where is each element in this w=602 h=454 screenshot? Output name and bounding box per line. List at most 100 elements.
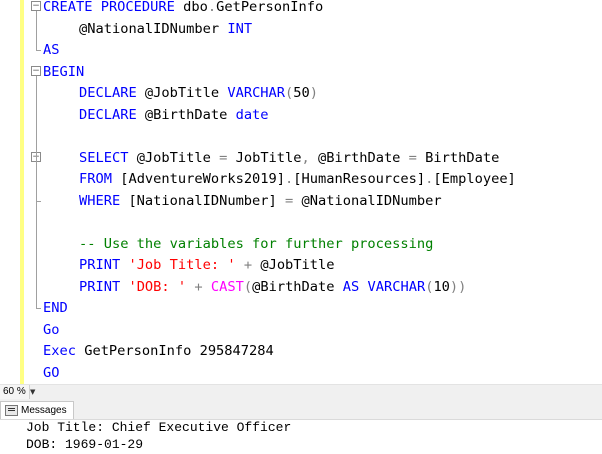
code-token: @NationalIDNumber <box>79 20 228 37</box>
code-token: AS <box>43 42 60 58</box>
results-tabbar: Messages <box>0 401 602 420</box>
chevron-down-icon[interactable]: ▼ <box>30 385 35 399</box>
code-line[interactable]: DECLARE @JobTitle VARCHAR(50) <box>0 82 602 104</box>
code-line[interactable]: END <box>0 297 602 319</box>
code-token: @NationalIDNumber <box>293 192 442 209</box>
code-line[interactable]: @NationalIDNumber INT <box>0 18 602 40</box>
code-line[interactable]: FROM [AdventureWorks2019].[HumanResource… <box>0 168 602 190</box>
code-token: GetPersonInfo 295847284 <box>75 343 274 359</box>
code-line[interactable]: GO <box>0 362 602 384</box>
code-text: PRINT 'Job Title: ' + @JobTitle <box>79 254 335 276</box>
messages-pane: Job Title: Chief Executive Officer DOB: … <box>0 420 602 454</box>
code-token: INT <box>227 20 253 37</box>
code-text: FROM [AdventureWorks2019].[HumanResource… <box>79 168 516 190</box>
code-token: END <box>43 300 68 316</box>
code-text: BEGIN <box>43 61 84 83</box>
code-token: )) <box>449 278 467 295</box>
code-token: 'Job Title: ' <box>128 257 236 273</box>
code-token: , <box>301 149 310 166</box>
code-token: GO <box>43 364 60 381</box>
code-line[interactable]: PRINT 'Job Title: ' + @JobTitle <box>0 254 602 276</box>
code-token: JobTitle <box>227 149 302 166</box>
code-token: 10 <box>433 278 450 295</box>
code-line[interactable]: −SELECT @JobTitle = JobTitle, @BirthDate… <box>0 147 602 169</box>
collapse-region-icon[interactable]: − <box>31 65 41 76</box>
code-token: BirthDate <box>416 149 500 166</box>
code-line[interactable]: PRINT 'DOB: ' + CAST(@BirthDate AS VARCH… <box>0 276 602 298</box>
code-text: DECLARE @BirthDate date <box>79 104 269 126</box>
outline-guide <box>36 11 37 50</box>
code-token: @BirthDate <box>136 106 236 123</box>
outline-guide-end <box>36 308 41 309</box>
code-token: AS <box>342 278 360 295</box>
code-text: Go <box>43 319 59 341</box>
code-token: SELECT <box>79 149 129 166</box>
code-token: PRINT <box>79 278 121 295</box>
code-token: [Employee] <box>433 171 516 187</box>
code-token: @BirthDate <box>309 149 409 166</box>
code-token: 50 <box>293 85 310 101</box>
code-text: PRINT 'DOB: ' + CAST(@BirthDate AS VARCH… <box>79 276 466 298</box>
code-token: + <box>243 257 253 273</box>
code-token: Go <box>43 321 60 338</box>
code-token: ( <box>243 278 253 295</box>
collapse-region-icon[interactable]: − <box>31 1 41 11</box>
code-token: dbo <box>174 0 208 15</box>
code-token: DECLARE <box>79 106 137 123</box>
code-text: Exec GetPersonInfo 295847284 <box>43 340 274 362</box>
code-text: @NationalIDNumber INT <box>79 18 252 40</box>
outline-guide-end <box>36 200 41 202</box>
sql-editor[interactable]: − CREATE PROCEDURE dbo.GetPersonInfo @Nati… <box>0 0 602 384</box>
code-text: AS <box>43 39 59 61</box>
code-token: WHERE <box>79 192 121 209</box>
code-token: DECLARE <box>79 85 137 101</box>
code-token: . <box>207 0 217 15</box>
horizontal-scrollbar[interactable] <box>0 384 602 401</box>
code-text: CREATE PROCEDURE dbo.GetPersonInfo <box>43 0 323 18</box>
zoom-level-dropdown[interactable]: 60 % <box>0 385 30 399</box>
code-token: PRINT <box>79 257 121 273</box>
code-token: [HumanResources] <box>293 171 426 187</box>
code-token: @JobTitle <box>136 85 228 101</box>
code-text: WHERE [NationalIDNumber] = @NationalIDNu… <box>79 190 442 212</box>
code-token: [NationalIDNumber] <box>120 192 286 209</box>
code-token: = <box>408 149 417 166</box>
tab-messages[interactable]: Messages <box>0 401 74 419</box>
outline-guide-end <box>36 50 41 51</box>
code-token: VARCHAR <box>227 85 286 101</box>
code-line[interactable] <box>0 211 602 233</box>
code-text: SELECT @JobTitle = JobTitle, @BirthDate … <box>79 147 499 169</box>
code-line[interactable]: − CREATE PROCEDURE dbo.GetPersonInfo <box>0 0 602 18</box>
messages-icon <box>5 405 18 416</box>
code-token: + <box>194 278 203 295</box>
code-token: -- Use the variables for further process… <box>79 235 434 252</box>
code-line[interactable]: -- Use the variables for further process… <box>0 233 602 255</box>
code-token: date <box>235 106 269 123</box>
code-text: -- Use the variables for further process… <box>79 233 433 255</box>
outline-guide <box>36 161 37 201</box>
message-line: Job Title: Chief Executive Officer <box>26 420 292 435</box>
code-token: Exec <box>43 343 76 359</box>
code-line[interactable]: AS <box>0 39 602 61</box>
code-line[interactable]: Exec GetPersonInfo 295847284 <box>0 340 602 362</box>
code-line[interactable] <box>0 125 602 147</box>
code-token: 'DOB: ' <box>128 278 187 295</box>
code-line[interactable]: − BEGIN <box>0 61 602 83</box>
code-token: @BirthDate <box>252 278 343 295</box>
code-token: @JobTitle <box>252 257 335 273</box>
code-line[interactable]: Go <box>0 319 602 341</box>
code-token: PROCEDURE <box>100 0 175 15</box>
code-token: GetPersonInfo <box>216 0 324 15</box>
code-text: END <box>43 297 68 319</box>
code-line[interactable]: WHERE [NationalIDNumber] = @NationalIDNu… <box>0 190 602 212</box>
code-line[interactable]: DECLARE @BirthDate date <box>0 104 602 126</box>
message-line: DOB: 1969-01-29 <box>26 437 144 452</box>
code-token: ) <box>309 85 319 101</box>
code-text: DECLARE @JobTitle VARCHAR(50) <box>79 82 318 104</box>
code-token: [AdventureWorks2019] <box>111 171 286 187</box>
code-token: FROM <box>79 171 112 187</box>
